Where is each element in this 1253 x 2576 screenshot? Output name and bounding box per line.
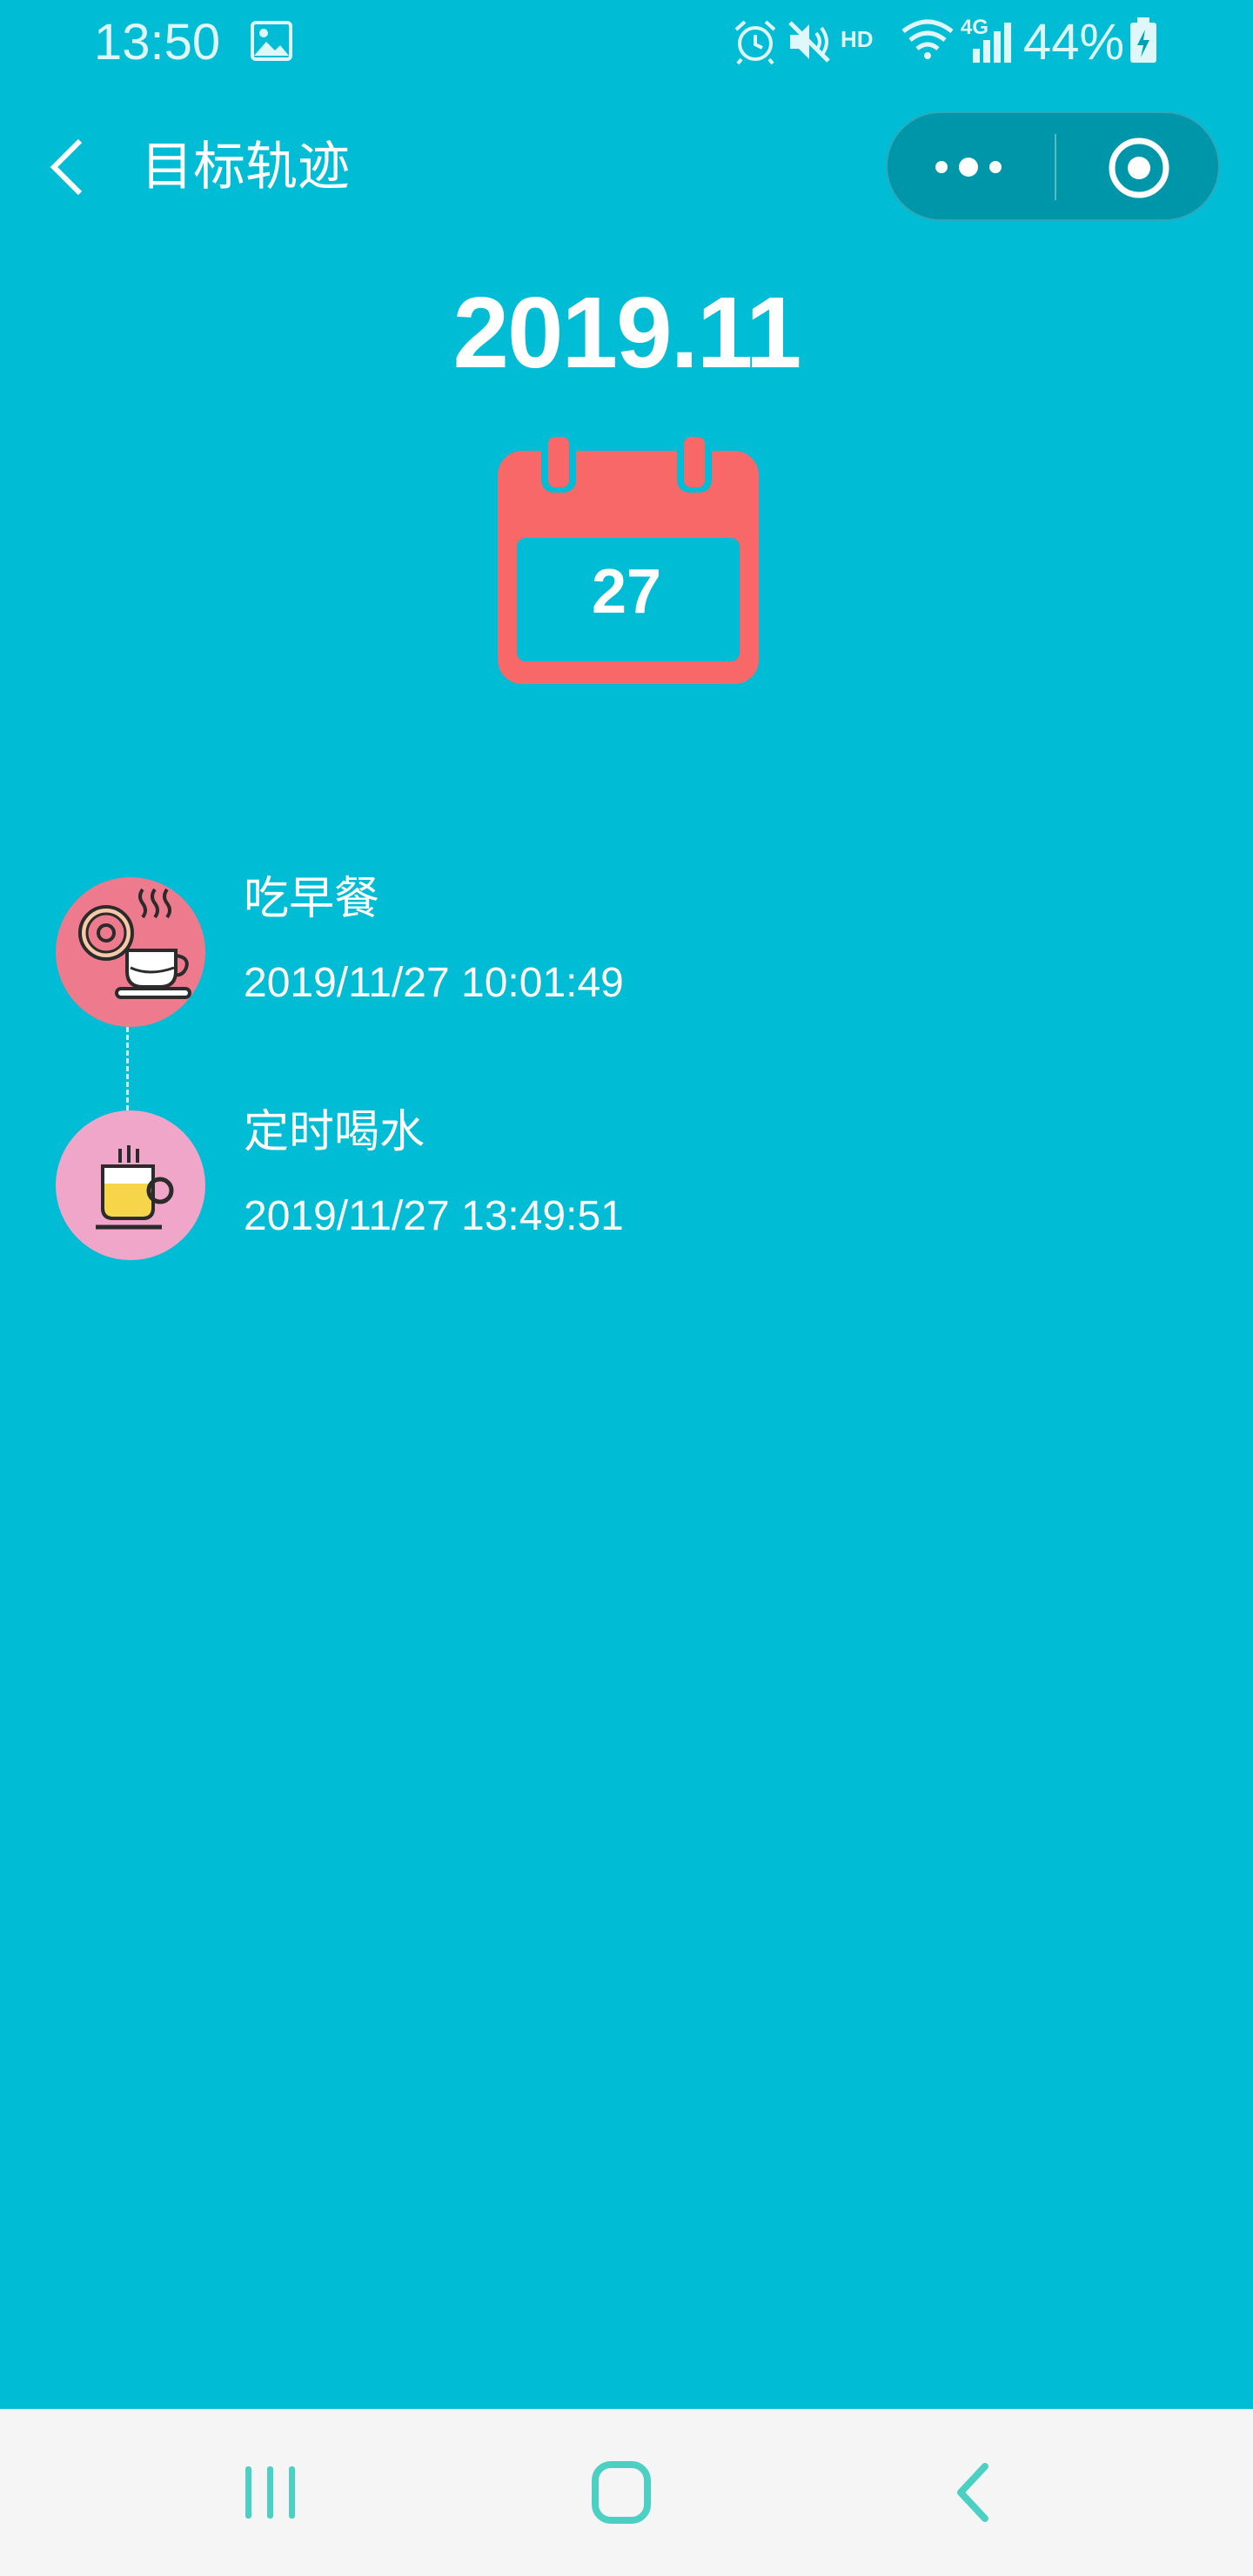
battery-charging-icon (1130, 17, 1156, 63)
system-nav-bar (0, 2409, 1253, 2576)
recents-icon[interactable] (242, 2461, 299, 2524)
back-icon[interactable] (950, 2459, 995, 2526)
mute-icon (788, 21, 830, 63)
page-title: 目标轨迹 (141, 137, 350, 198)
network-type: HD (841, 26, 874, 52)
timeline-item-title: 吃早餐 (244, 873, 380, 925)
timeline-item-time: 2019/11/27 10:01:49 (244, 960, 624, 1006)
more-dots-icon[interactable] (929, 146, 1008, 188)
mini-program-capsule (886, 111, 1220, 221)
timeline-item-icon (56, 1110, 205, 1260)
back-chevron-icon[interactable] (45, 136, 89, 198)
calendar-day: 27 (591, 557, 662, 627)
capsule-divider (1055, 134, 1056, 200)
battery-percent: 44% (1023, 14, 1125, 70)
timeline-connector (126, 1027, 129, 1110)
timeline-item-icon (56, 877, 205, 1027)
home-icon[interactable] (590, 2459, 653, 2526)
timeline-item-time: 2019/11/27 13:49:51 (244, 1193, 624, 1239)
wifi-icon (901, 19, 954, 59)
alarm-icon (734, 20, 776, 65)
status-time: 13:50 (94, 14, 221, 70)
timeline-item-title: 定时喝水 (244, 1106, 425, 1158)
donut-coffee-icon (78, 888, 191, 999)
month-title: 2019.11 (452, 276, 802, 389)
cup-icon (96, 1145, 174, 1230)
signal-icon (973, 23, 1011, 63)
gallery-icon (251, 21, 292, 61)
target-circle-icon[interactable] (1107, 136, 1171, 200)
